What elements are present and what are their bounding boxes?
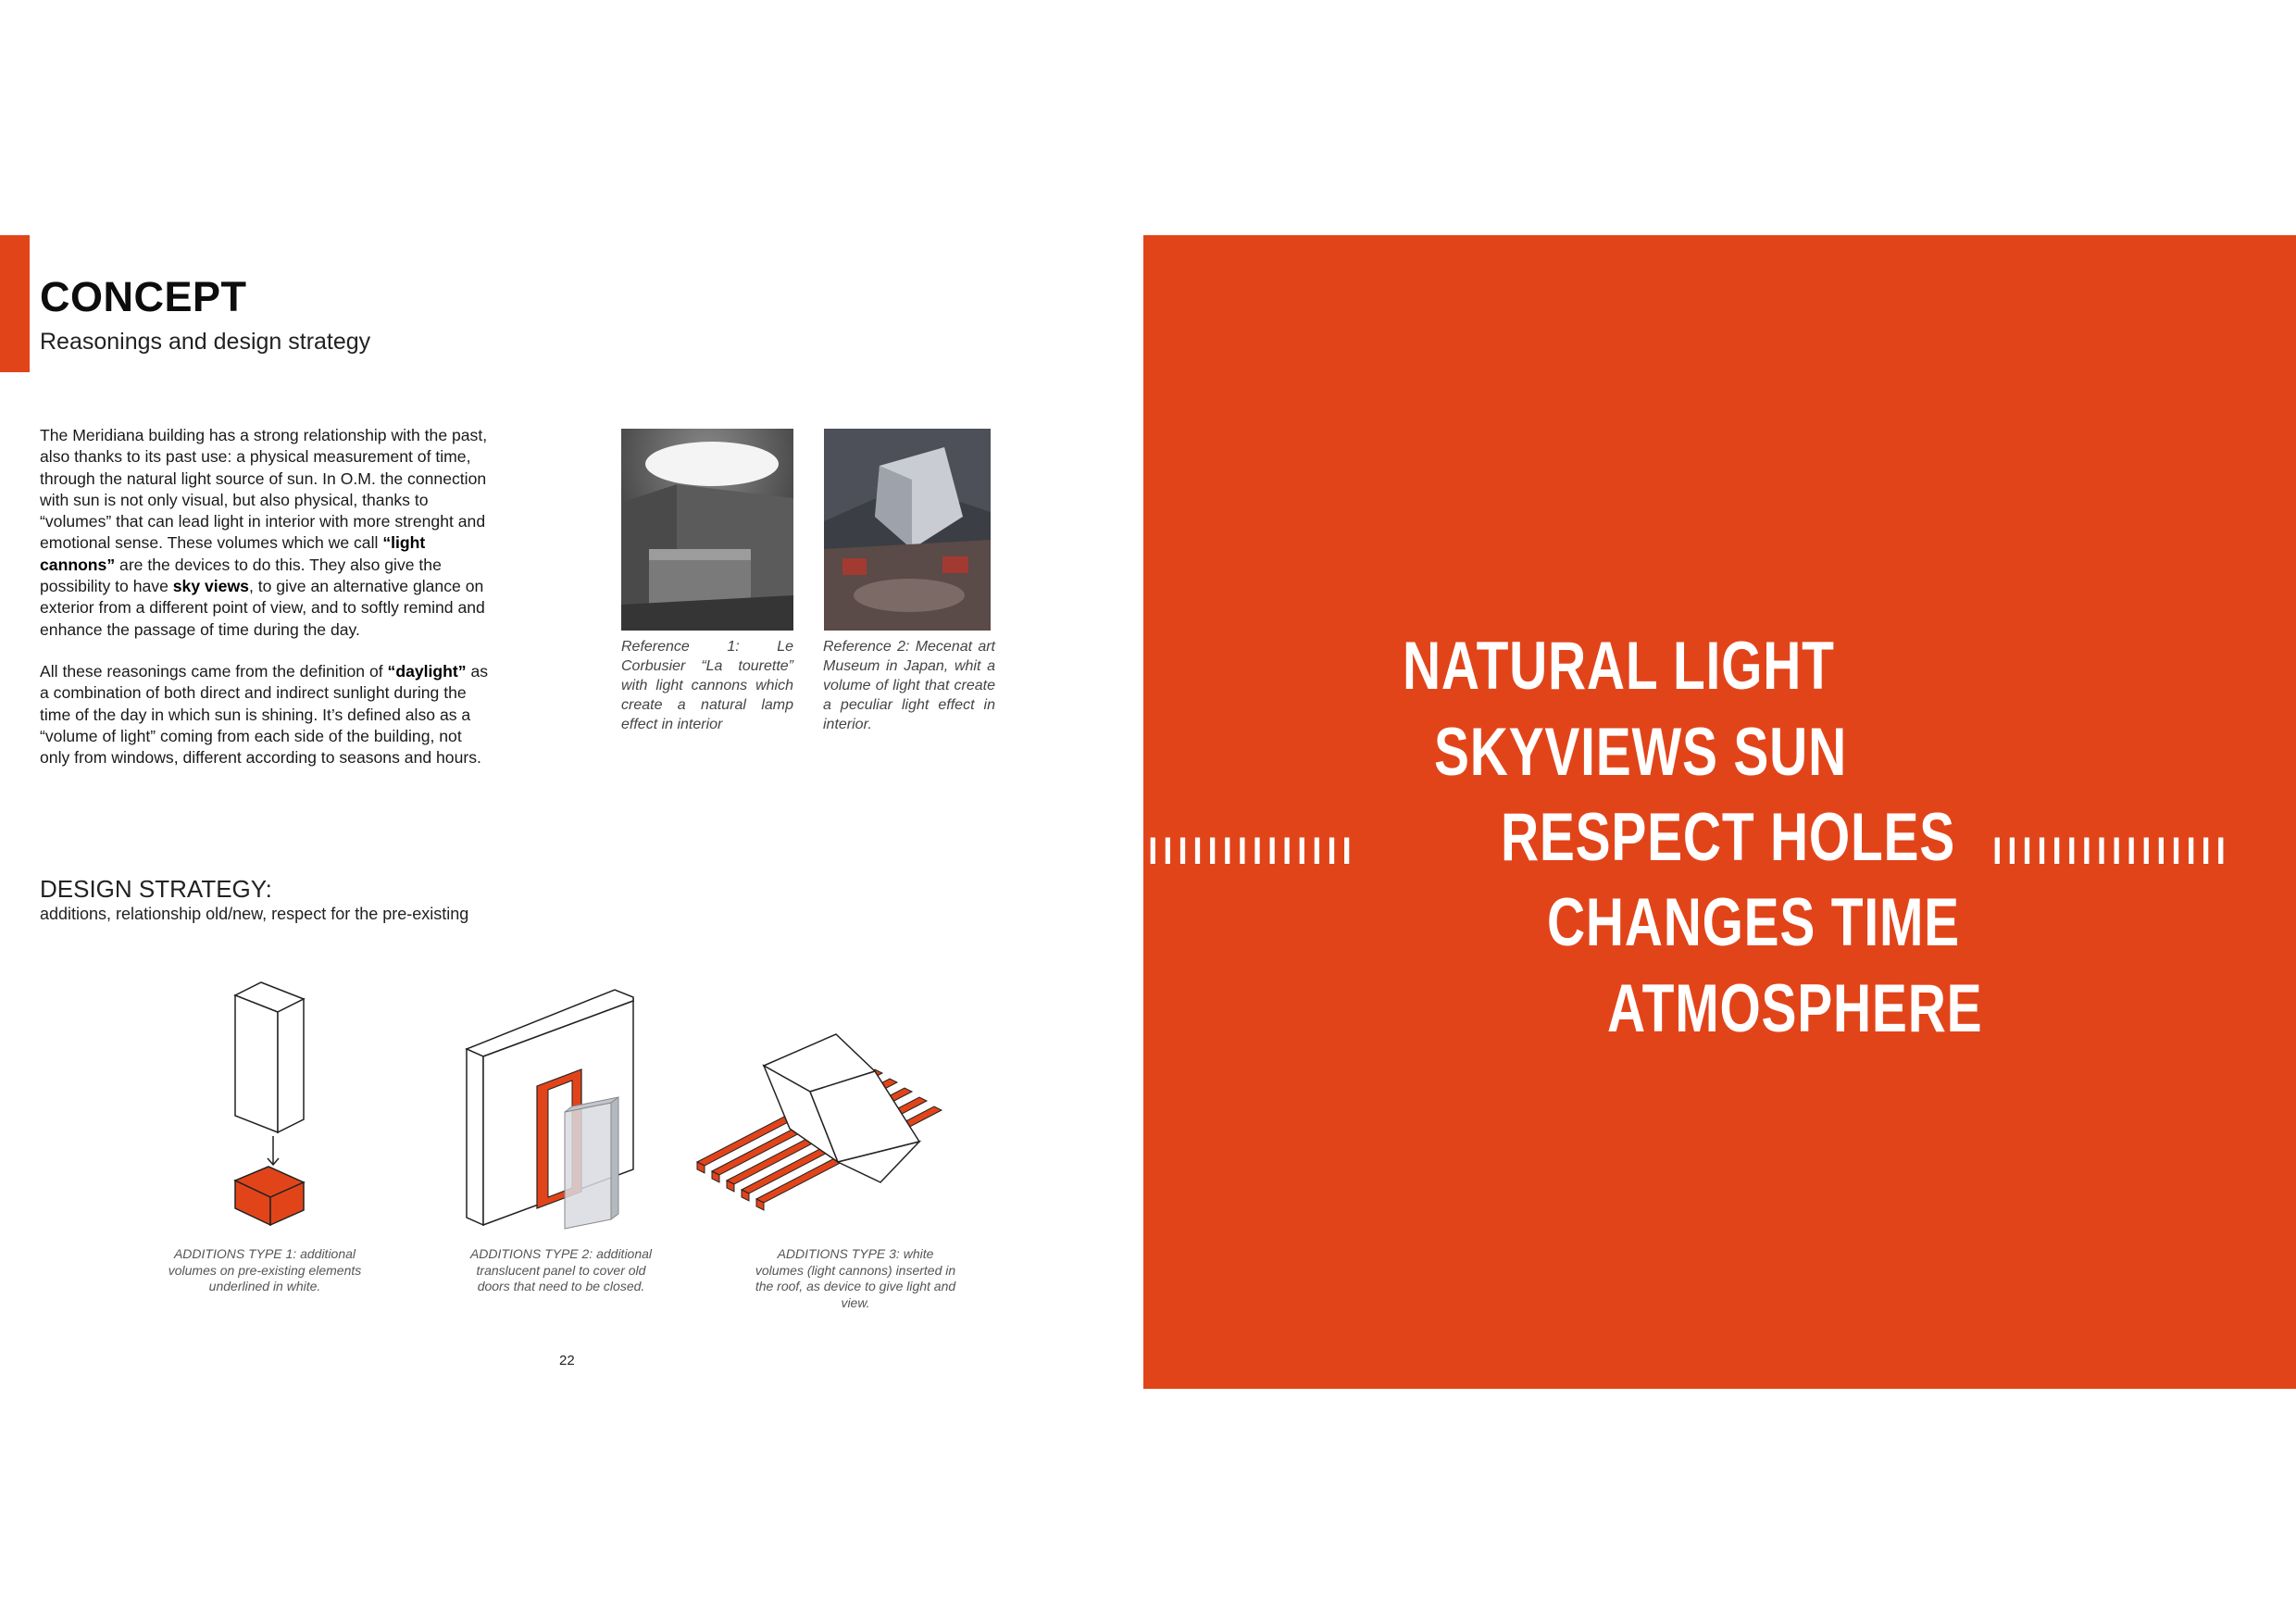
keyword-line-4: CHANGES TIME <box>1547 885 1960 960</box>
diagram-caption-2: ADDITIONS TYPE 2: additional translucent… <box>469 1246 653 1293</box>
page-title: CONCEPT <box>40 273 247 320</box>
diagram-caption-1: ADDITIONS TYPE 1: additional volumes on … <box>168 1246 362 1293</box>
reference-caption-1: Reference 1: Le Corbusier “La tourette” … <box>621 639 793 732</box>
diagram-additions-type-2 <box>463 977 639 1241</box>
diagram-additions-type-1 <box>222 977 333 1241</box>
keyword-line-3: RESPECT HOLES <box>1501 800 1956 875</box>
keyword-line-2: SKYVIEWS SUN <box>1434 715 1847 790</box>
tick-marks-right: ıııııııııııııııı <box>1992 819 2231 875</box>
reference-photo-la-tourette <box>621 429 793 631</box>
daylight-paragraph: All these reasonings came from the defin… <box>40 662 489 768</box>
accent-bar <box>0 235 30 372</box>
keyword-line-5: ATMOSPHERE <box>1607 971 1983 1046</box>
design-strategy-title: DESIGN STRATEGY: <box>40 875 272 903</box>
reference-caption-2: Reference 2: Mecenat art Museum in Japan… <box>823 639 995 732</box>
diagram-additions-type-3 <box>690 977 1023 1241</box>
keyword-line-1: NATURAL LIGHT <box>1403 629 1835 704</box>
diagram-caption-3: ADDITIONS TYPE 3: white volumes (light c… <box>755 1246 956 1310</box>
tick-marks-left: ıııııııııııııı <box>1148 819 1357 875</box>
design-strategy-subtitle: additions, relationship old/new, respect… <box>40 905 469 923</box>
page-subtitle: Reasonings and design strategy <box>40 329 371 355</box>
reference-photo-mecenat-museum <box>824 429 996 631</box>
page-number: 22 <box>559 1353 575 1368</box>
intro-paragraph: The Meridiana building has a strong rela… <box>40 426 488 639</box>
